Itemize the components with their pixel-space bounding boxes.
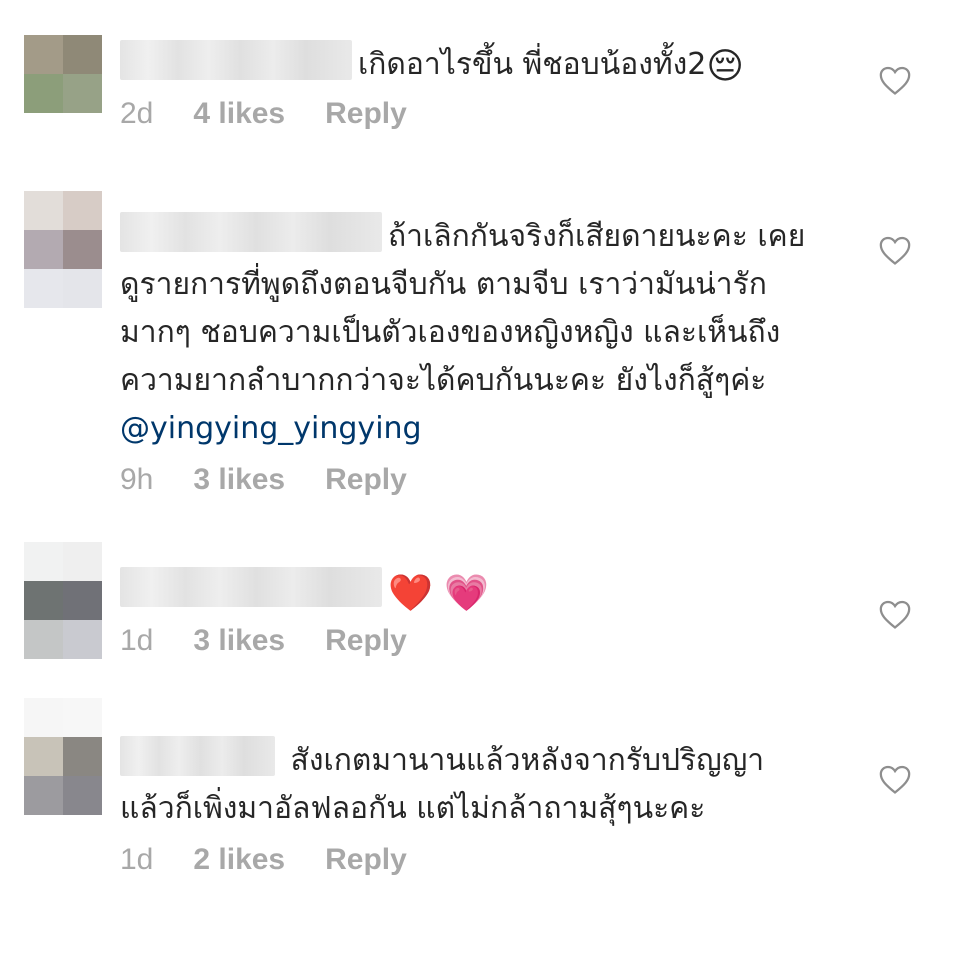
likes-count[interactable]: 3 likes — [193, 624, 285, 658]
avatar[interactable] — [24, 191, 102, 308]
comment-text: ถ้าเลิกกันจริงก็เสียดายนะคะ เคยดูรายการท… — [120, 212, 820, 453]
reply-button[interactable]: Reply — [325, 843, 407, 877]
comment-meta: 1d 2 likes Reply — [120, 843, 820, 877]
username-blurred[interactable] — [120, 567, 382, 607]
avatar[interactable] — [24, 542, 102, 659]
avatar[interactable] — [24, 698, 102, 815]
username-blurred[interactable] — [120, 212, 382, 252]
heart-icon[interactable] — [878, 234, 912, 266]
reply-button[interactable]: Reply — [325, 463, 407, 497]
comment-meta: 9h 3 likes Reply — [120, 463, 820, 497]
mention-link[interactable]: @yingying_yingying — [120, 411, 422, 446]
username-blurred[interactable] — [120, 736, 275, 776]
comment-timestamp: 2d — [120, 97, 154, 130]
heart-icon[interactable] — [878, 598, 912, 630]
comment-text: สังเกตมานานแล้วหลังจากรับปริญญา แล้วก็เพ… — [120, 736, 820, 833]
pensive-face-icon: 😔 — [706, 46, 744, 87]
comment-text: เกิดอาไรขึ้น พี่ชอบน้องทั้ง2😔 — [120, 40, 820, 91]
heart-icon[interactable] — [878, 64, 912, 96]
reply-button[interactable]: Reply — [325, 624, 407, 658]
comment-text: ❤️ 💗 — [120, 567, 820, 618]
likes-count[interactable]: 4 likes — [193, 97, 285, 131]
comment-timestamp: 1d — [120, 843, 154, 876]
comment-meta: 1d 3 likes Reply — [120, 624, 820, 658]
username-blurred[interactable] — [120, 40, 352, 80]
comment-timestamp: 1d — [120, 624, 154, 657]
comment-timestamp: 9h — [120, 463, 154, 496]
heart-emoji-icon: ❤️ 💗 — [388, 573, 490, 614]
avatar[interactable] — [24, 35, 102, 113]
likes-count[interactable]: 3 likes — [193, 463, 285, 497]
likes-count[interactable]: 2 likes — [193, 843, 285, 877]
comment-meta: 2d 4 likes Reply — [120, 97, 820, 131]
heart-icon[interactable] — [878, 763, 912, 795]
reply-button[interactable]: Reply — [325, 97, 407, 131]
